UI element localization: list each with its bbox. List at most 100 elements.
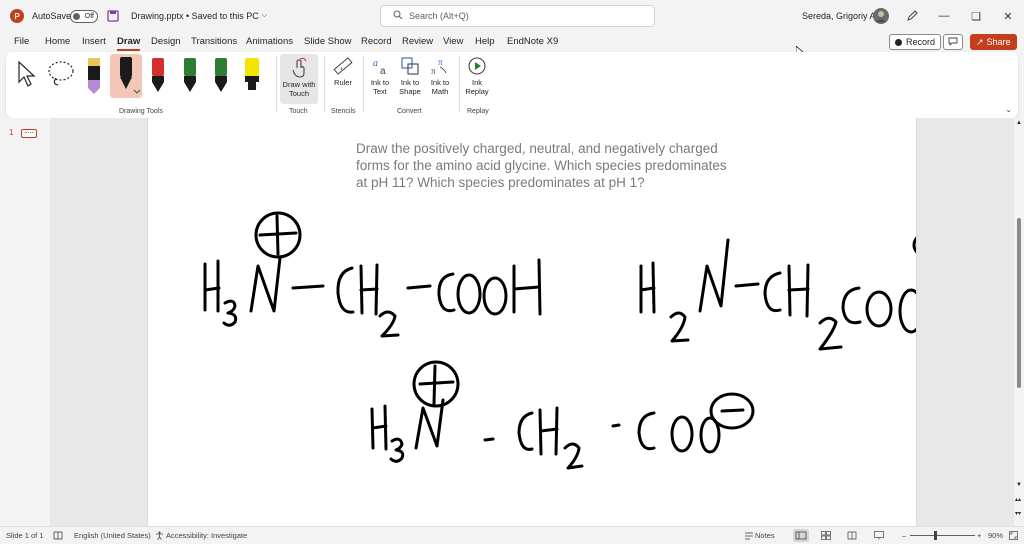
ink-to-math-button[interactable]: ππ Ink to Math [426, 54, 454, 97]
ink-replay-button[interactable]: Ink Replay [463, 54, 491, 97]
accessibility-status[interactable]: Accessibility: Investigate [166, 531, 247, 540]
tab-help[interactable]: Help [475, 36, 495, 47]
draw-with-touch-label: Draw with Touch [282, 80, 316, 99]
pen-icon[interactable] [906, 0, 918, 32]
search-input[interactable]: Search (Alt+Q) [380, 5, 655, 27]
accessibility-icon[interactable] [155, 531, 164, 542]
ink-replay-label: Ink Replay [465, 78, 489, 97]
restore-icon[interactable]: ❏ [960, 0, 992, 32]
ribbon: Drawing Tools Draw with Touch Touch Rule… [6, 52, 1018, 118]
file-name-text: Drawing.pptx • Saved to this PC [131, 11, 259, 21]
ink-to-text-icon: aa [368, 54, 392, 78]
ink-to-shape-button[interactable]: Ink to Shape [396, 54, 424, 97]
tab-animations[interactable]: Animations [246, 36, 293, 47]
scroll-up-icon[interactable]: ▲ [1016, 120, 1022, 126]
record-dot-icon [895, 38, 902, 46]
record-button[interactable]: Record [889, 34, 942, 50]
pen-green-2-icon[interactable] [213, 56, 229, 96]
pen-red-icon[interactable] [150, 56, 166, 96]
tab-endnote[interactable]: EndNote X9 [507, 36, 558, 47]
collapse-ribbon-icon[interactable]: ⌄ [1005, 105, 1012, 114]
next-slide-icon[interactable]: ▾▾ [1015, 510, 1021, 517]
tab-record[interactable]: Record [361, 36, 392, 47]
tab-insert[interactable]: Insert [82, 36, 106, 47]
svg-text:a: a [380, 66, 386, 76]
notes-button[interactable]: Notes [755, 531, 775, 540]
ribbon-divider [363, 56, 364, 112]
pencil-icon[interactable] [86, 56, 102, 96]
draw-with-touch-button[interactable]: Draw with Touch [280, 54, 318, 104]
ruler-icon [331, 54, 355, 78]
lasso-select-icon[interactable] [46, 58, 76, 93]
ink-replay-icon [465, 54, 489, 78]
zoom-slider[interactable] [910, 531, 975, 540]
ribbon-divider [324, 56, 325, 112]
record-label: Record [906, 37, 936, 47]
scroll-down-icon[interactable]: ▼ [1016, 482, 1022, 488]
zoom-in-icon[interactable]: + [977, 531, 981, 540]
close-icon[interactable]: ✕ [992, 0, 1024, 32]
group-touch: Touch [289, 108, 308, 115]
powerpoint-logo-icon: P [10, 0, 24, 32]
menu-bar: File Home Insert Draw Design Transitions… [0, 32, 1024, 52]
slideshow-icon[interactable] [874, 531, 884, 542]
ribbon-divider [276, 56, 277, 112]
autosave-toggle[interactable]: Off [70, 0, 98, 32]
zoom-out-icon[interactable]: – [902, 531, 906, 540]
tab-view[interactable]: View [443, 36, 463, 47]
share-label: Share [986, 37, 1011, 47]
slide-sorter-icon[interactable] [821, 531, 831, 542]
ink-to-shape-icon [398, 54, 422, 78]
slide-count: Slide 1 of 1 [6, 531, 44, 540]
search-placeholder: Search (Alt+Q) [409, 11, 469, 21]
reading-view-icon[interactable] [847, 531, 857, 542]
tab-draw[interactable]: Draw [117, 36, 141, 51]
file-name[interactable]: Drawing.pptx • Saved to this PC ⌵ [131, 0, 267, 32]
ink-to-text-label: Ink to Text [370, 78, 390, 97]
save-icon[interactable] [107, 0, 119, 32]
ink-to-math-icon: ππ [428, 54, 452, 78]
zoom-level[interactable]: 90% [988, 531, 1003, 540]
user-name[interactable]: Sereda, Grigoriy A [802, 0, 876, 32]
title-bar: P AutoSave Off Drawing.pptx • Saved to t… [0, 0, 1024, 32]
slide-editor: Draw the positively charged, neutral, an… [50, 118, 1014, 526]
ink-to-text-button[interactable]: aa Ink to Text [368, 54, 392, 97]
pen-green-icon[interactable] [182, 56, 198, 96]
ruler-button[interactable]: Ruler [330, 54, 356, 87]
group-convert: Convert [397, 108, 422, 115]
ink-negative-form[interactable] [639, 230, 916, 351]
comments-button[interactable] [943, 34, 963, 50]
ink-positive-form[interactable] [203, 211, 542, 338]
language-indicator[interactable]: English (United States) [74, 531, 151, 540]
minimize-icon[interactable]: — [928, 0, 960, 32]
notes-icon[interactable] [744, 531, 754, 542]
tab-home[interactable]: Home [45, 36, 70, 47]
tab-file[interactable]: File [14, 36, 29, 47]
spelling-icon[interactable] [53, 531, 63, 542]
share-icon: ↗ [976, 36, 984, 47]
previous-slide-icon[interactable]: ▴▴ [1015, 496, 1021, 503]
chevron-down-icon: ⌵ [261, 12, 268, 19]
tab-slide-show[interactable]: Slide Show [304, 36, 352, 47]
slide-thumbnail[interactable] [21, 129, 37, 138]
highlighter-yellow-icon[interactable] [244, 56, 260, 96]
vertical-scrollbar[interactable]: ▲ ▼ ▴▴ ▾▾ [1014, 118, 1024, 526]
svg-text:a: a [373, 58, 378, 69]
slide-canvas[interactable]: Draw the positively charged, neutral, an… [148, 118, 916, 526]
tab-design[interactable]: Design [151, 36, 181, 47]
status-bar: Slide 1 of 1 English (United States) Acc… [0, 526, 1024, 544]
autosave-label: AutoSave [32, 11, 72, 21]
avatar[interactable] [873, 0, 889, 32]
tab-transitions[interactable]: Transitions [191, 36, 237, 47]
ink-neutral-form[interactable] [370, 360, 755, 470]
zoom-slider-thumb[interactable] [934, 531, 937, 540]
thumbnail-pane: 1 [0, 118, 50, 526]
scrollbar-thumb[interactable] [1017, 218, 1021, 388]
fit-to-window-icon[interactable] [1009, 531, 1018, 542]
svg-text:π: π [438, 57, 443, 67]
normal-view-icon[interactable] [793, 529, 809, 542]
pen-selected-button[interactable] [110, 54, 142, 98]
select-tool-icon[interactable] [14, 58, 38, 93]
share-button[interactable]: ↗ Share [970, 34, 1017, 50]
tab-review[interactable]: Review [402, 36, 433, 47]
